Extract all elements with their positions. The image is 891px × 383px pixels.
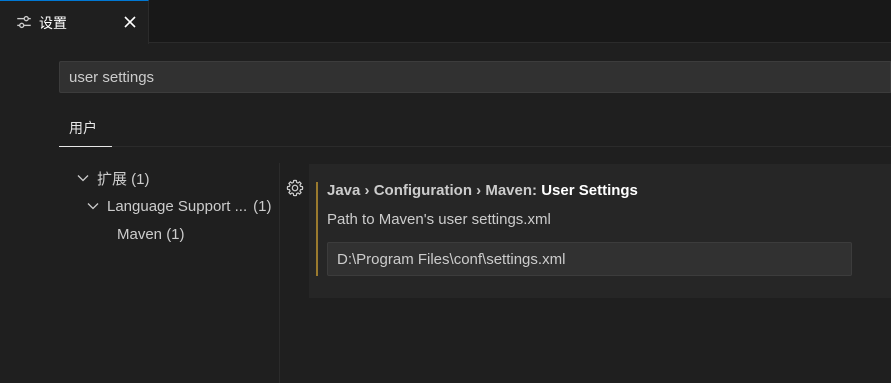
chevron-down-icon bbox=[77, 175, 89, 182]
setting-item-user-settings: Java › Configuration › Maven: User Setti… bbox=[309, 164, 891, 298]
gear-icon[interactable] bbox=[286, 179, 304, 197]
toc-item-label: Language Support ... bbox=[107, 197, 248, 215]
modified-indicator bbox=[316, 182, 318, 276]
toc-item-language-support[interactable]: Language Support ... (1) bbox=[86, 194, 271, 218]
toc-item-count: (1) bbox=[253, 197, 272, 215]
setting-name: User Settings bbox=[541, 182, 638, 199]
tab-bar: 设置 bbox=[0, 0, 891, 44]
close-tab-button[interactable] bbox=[120, 12, 140, 32]
toc-divider bbox=[279, 163, 280, 383]
editor-tab-settings[interactable]: 设置 bbox=[0, 0, 149, 44]
settings-scope-tabs: 用户 bbox=[59, 110, 891, 147]
setting-description: Path to Maven's user settings.xml bbox=[327, 211, 551, 228]
setting-category: Java › Configuration › Maven: bbox=[327, 182, 542, 199]
setting-title: Java › Configuration › Maven: User Setti… bbox=[327, 182, 638, 199]
toc-item-label: 扩展 (1) bbox=[97, 170, 150, 188]
tab-user[interactable]: 用户 bbox=[59, 110, 112, 147]
tab-title: 设置 bbox=[39, 16, 67, 32]
settings-sliders-icon bbox=[17, 15, 31, 29]
toc-item-maven[interactable]: Maven (1) bbox=[117, 222, 185, 246]
close-icon bbox=[124, 16, 136, 28]
toc-item-label: Maven (1) bbox=[117, 225, 185, 243]
settings-search-input[interactable] bbox=[59, 61, 891, 93]
toc-item-extensions[interactable]: 扩展 (1) bbox=[76, 166, 150, 190]
chevron-down-icon bbox=[87, 203, 99, 210]
user-settings-path-input[interactable] bbox=[327, 242, 852, 276]
